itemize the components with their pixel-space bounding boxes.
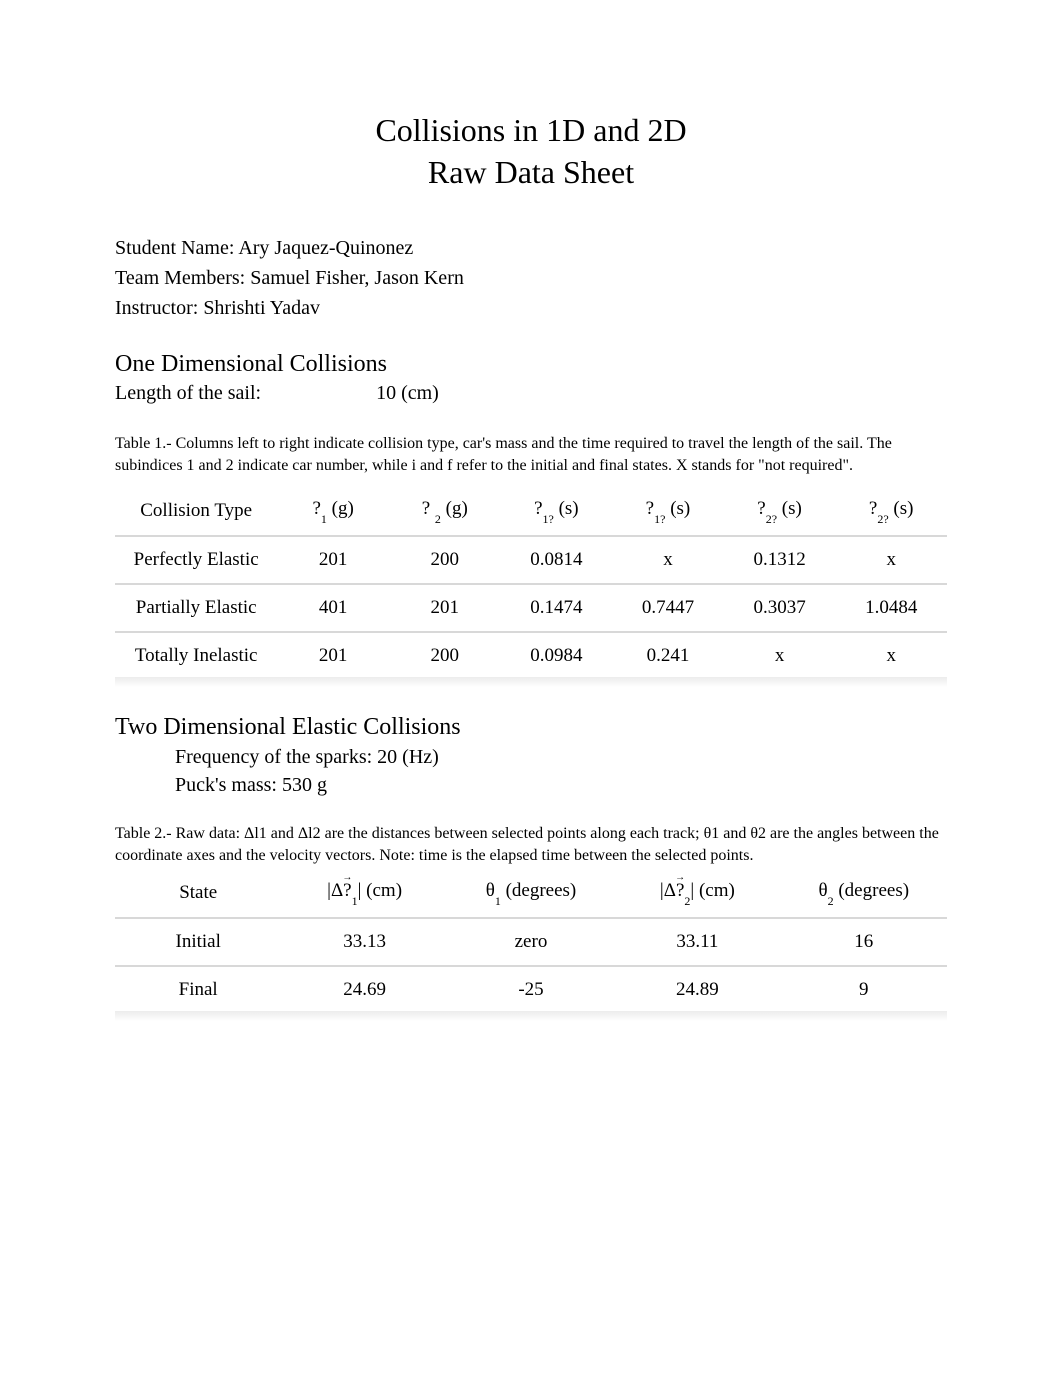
- team-members-line: Team Members: Samuel Fisher, Jason Kern: [115, 263, 947, 293]
- instructor-label: Instructor:: [115, 297, 203, 319]
- cell-state: Initial: [115, 917, 281, 965]
- cell-m2: 201: [389, 583, 501, 631]
- cell-t2f: x: [835, 631, 947, 679]
- team-members-label: Team Members:: [115, 267, 250, 289]
- cell-m1: 201: [277, 631, 389, 679]
- col-state: State: [115, 868, 281, 917]
- cell-m2: 200: [389, 535, 501, 583]
- col-theta1: θ1 (degrees): [448, 868, 614, 917]
- col-m1: ?1 (g): [277, 486, 389, 535]
- col-dl2: |Δ?2| (cm): [614, 868, 780, 917]
- col-t2f: ?2? (s): [835, 486, 947, 535]
- cell-t2f: x: [835, 535, 947, 583]
- cell-t2i: 0.1312: [724, 535, 836, 583]
- cell-t2i: 0.3037: [724, 583, 836, 631]
- instructor-value: Shrishti Yadav: [203, 297, 320, 319]
- col-theta2: θ2 (degrees): [781, 868, 947, 917]
- cell-th2: 16: [781, 917, 947, 965]
- cell-t2i: x: [724, 631, 836, 679]
- cell-dl2: 24.89: [614, 965, 780, 1013]
- col-t1f: ?1? (s): [612, 486, 724, 535]
- col-t1i: ?1? (s): [501, 486, 613, 535]
- cell-t1i: 0.0814: [501, 535, 613, 583]
- col-t2i: ?2? (s): [724, 486, 836, 535]
- table-row: Perfectly Elastic 201 200 0.0814 x 0.131…: [115, 535, 947, 583]
- cell-m2: 200: [389, 631, 501, 679]
- info-block: Student Name: Ary Jaquez-Quinonez Team M…: [115, 233, 947, 323]
- table-1-caption: Table 1.- Columns left to right indicate…: [115, 433, 947, 476]
- cell-dl2: 33.11: [614, 917, 780, 965]
- cell-t1f: x: [612, 535, 724, 583]
- spark-frequency-line: Frequency of the sparks: 20 (Hz): [175, 743, 947, 771]
- table-row: Totally Inelastic 201 200 0.0984 0.241 x…: [115, 631, 947, 679]
- cell-dl1: 24.69: [281, 965, 447, 1013]
- table-row: Final 24.69 -25 24.89 9: [115, 965, 947, 1013]
- title-line-2: Raw Data Sheet: [115, 152, 947, 194]
- cell-type: Totally Inelastic: [115, 631, 277, 679]
- cell-type: Perfectly Elastic: [115, 535, 277, 583]
- cell-t1f: 0.7447: [612, 583, 724, 631]
- cell-th2: 9: [781, 965, 947, 1013]
- student-name-value: Ary Jaquez-Quinonez: [238, 237, 413, 259]
- cell-t1i: 0.0984: [501, 631, 613, 679]
- team-members-value: Samuel Fisher, Jason Kern: [250, 267, 464, 289]
- table-header-row: Collision Type ?1 (g) ? 2 (g) ?1? (s) ?1…: [115, 486, 947, 535]
- sail-length-value: 10 (cm): [376, 382, 439, 405]
- cell-t1i: 0.1474: [501, 583, 613, 631]
- table-2d-collisions: State |Δ?1| (cm) θ1 (degrees) |Δ?2| (cm)…: [115, 868, 947, 1013]
- col-collision-type: Collision Type: [115, 486, 277, 535]
- table-row: Partially Elastic 401 201 0.1474 0.7447 …: [115, 583, 947, 631]
- table-1d-collisions: Collision Type ?1 (g) ? 2 (g) ?1? (s) ?1…: [115, 486, 947, 679]
- cell-th1: -25: [448, 965, 614, 1013]
- table-2-caption: Table 2.- Raw data: Δl1 and Δl2 are the …: [115, 823, 947, 866]
- student-name-label: Student Name:: [115, 237, 238, 259]
- cell-dl1: 33.13: [281, 917, 447, 965]
- student-name-line: Student Name: Ary Jaquez-Quinonez: [115, 233, 947, 263]
- cell-t2f: 1.0484: [835, 583, 947, 631]
- col-m2: ? 2 (g): [389, 486, 501, 535]
- title-line-1: Collisions in 1D and 2D: [115, 110, 947, 152]
- table-row: Initial 33.13 zero 33.11 16: [115, 917, 947, 965]
- puck-mass-line: Puck's mass: 530 g: [175, 771, 947, 799]
- sail-length-line: Length of the sail: 10 (cm): [115, 382, 947, 405]
- section-1d-heading: One Dimensional Collisions: [115, 351, 947, 378]
- cell-state: Final: [115, 965, 281, 1013]
- cell-m1: 401: [277, 583, 389, 631]
- cell-m1: 201: [277, 535, 389, 583]
- table-header-row: State |Δ?1| (cm) θ1 (degrees) |Δ?2| (cm)…: [115, 868, 947, 917]
- title-block: Collisions in 1D and 2D Raw Data Sheet: [115, 110, 947, 193]
- cell-type: Partially Elastic: [115, 583, 277, 631]
- col-dl1: |Δ?1| (cm): [281, 868, 447, 917]
- section-2d-heading: Two Dimensional Elastic Collisions: [115, 714, 947, 741]
- cell-t1f: 0.241: [612, 631, 724, 679]
- cell-th1: zero: [448, 917, 614, 965]
- instructor-line: Instructor: Shrishti Yadav: [115, 293, 947, 323]
- sail-length-label: Length of the sail:: [115, 382, 261, 404]
